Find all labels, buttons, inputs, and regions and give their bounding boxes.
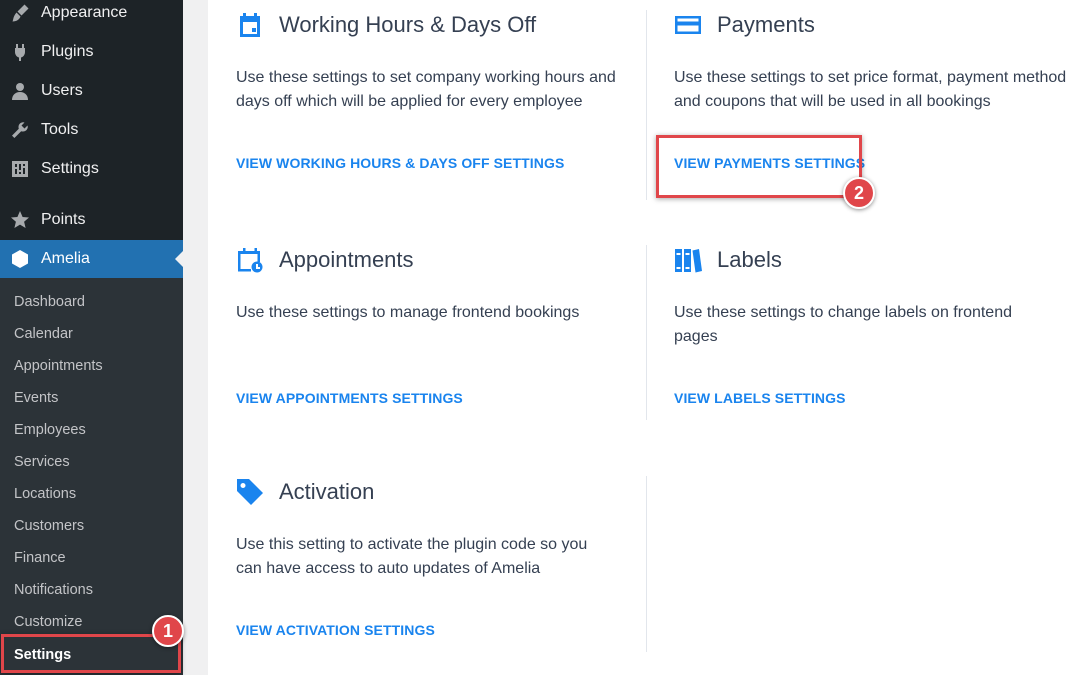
view-activation-settings-link[interactable]: VIEW ACTIVATION SETTINGS bbox=[236, 622, 435, 638]
sidebar-item-tools[interactable]: Tools bbox=[0, 112, 183, 148]
sidebar-item-points[interactable]: Points bbox=[0, 202, 183, 238]
sliders-icon bbox=[10, 159, 30, 179]
plug-icon bbox=[10, 42, 30, 62]
amelia-logo-icon bbox=[10, 249, 30, 269]
sidebar-item-users[interactable]: Users bbox=[0, 73, 183, 109]
card-title: Activation bbox=[279, 479, 375, 504]
star-icon bbox=[10, 210, 30, 230]
step-badge-1: 1 bbox=[152, 615, 184, 647]
sidebar-item-amelia[interactable]: Amelia bbox=[0, 240, 183, 278]
view-labels-settings-link[interactable]: VIEW LABELS SETTINGS bbox=[674, 390, 846, 406]
wrench-icon bbox=[10, 120, 30, 140]
card-description: Use these settings to set price format, … bbox=[674, 69, 1067, 110]
submenu-item-dashboard[interactable]: Dashboard bbox=[14, 291, 85, 313]
paintbrush-icon bbox=[10, 3, 30, 23]
sidebar-item-appearance[interactable]: Appearance bbox=[0, 0, 183, 31]
sidebar-item-plugins[interactable]: Plugins bbox=[0, 34, 183, 70]
column-divider bbox=[646, 10, 647, 200]
calendar-clock-icon bbox=[236, 246, 264, 274]
view-working-hours-settings-link[interactable]: VIEW WORKING HOURS & DAYS OFF SETTINGS bbox=[236, 155, 564, 171]
submenu-item-customers[interactable]: Customers bbox=[14, 515, 84, 537]
sidebar-item-label: Users bbox=[41, 82, 83, 99]
admin-sidebar: Appearance Plugins Users Tools Settings … bbox=[0, 0, 183, 675]
books-icon bbox=[674, 246, 702, 274]
submenu-item-services[interactable]: Services bbox=[14, 451, 70, 473]
card-title: Payments bbox=[717, 12, 815, 37]
sidebar-item-label: Tools bbox=[41, 121, 79, 138]
calendar-icon bbox=[236, 11, 264, 39]
card-title: Working Hours & Days Off bbox=[279, 12, 537, 37]
submenu-item-locations[interactable]: Locations bbox=[14, 483, 76, 505]
submenu-item-finance[interactable]: Finance bbox=[14, 547, 66, 569]
step-badge-2: 2 bbox=[843, 177, 875, 209]
tag-icon bbox=[236, 478, 264, 506]
submenu-item-notifications[interactable]: Notifications bbox=[14, 579, 93, 601]
sidebar-item-label: Appearance bbox=[41, 4, 128, 21]
credit-card-icon bbox=[674, 11, 702, 39]
card-description: Use these settings to change labels on f… bbox=[674, 304, 1012, 345]
submenu-item-employees[interactable]: Employees bbox=[14, 419, 86, 441]
view-appointments-settings-link[interactable]: VIEW APPOINTMENTS SETTINGS bbox=[236, 390, 463, 406]
column-divider bbox=[646, 476, 647, 652]
card-title: Appointments bbox=[279, 247, 414, 272]
highlight-payments-link bbox=[656, 135, 862, 198]
card-description: Use these settings to set company workin… bbox=[236, 69, 616, 110]
user-icon bbox=[10, 81, 30, 101]
sidebar-item-label: Points bbox=[41, 211, 86, 228]
card-title: Labels bbox=[717, 247, 782, 272]
sidebar-item-label: Settings bbox=[41, 160, 99, 177]
sidebar-item-label: Plugins bbox=[41, 43, 94, 60]
sidebar-item-settings[interactable]: Settings bbox=[0, 151, 183, 187]
submenu-item-customize[interactable]: Customize bbox=[14, 611, 83, 633]
submenu-item-appointments[interactable]: Appointments bbox=[14, 355, 103, 377]
sidebar-item-label: Amelia bbox=[41, 250, 90, 267]
amelia-submenu: Dashboard Calendar Appointments Events E… bbox=[0, 278, 183, 675]
submenu-item-calendar[interactable]: Calendar bbox=[14, 323, 73, 345]
submenu-item-events[interactable]: Events bbox=[14, 387, 58, 409]
card-description: Use these settings to manage frontend bo… bbox=[236, 304, 580, 321]
column-divider bbox=[646, 245, 647, 420]
card-description: Use this setting to activate the plugin … bbox=[236, 536, 588, 577]
settings-content: Working Hours & Days Off Use these setti… bbox=[208, 0, 1083, 675]
